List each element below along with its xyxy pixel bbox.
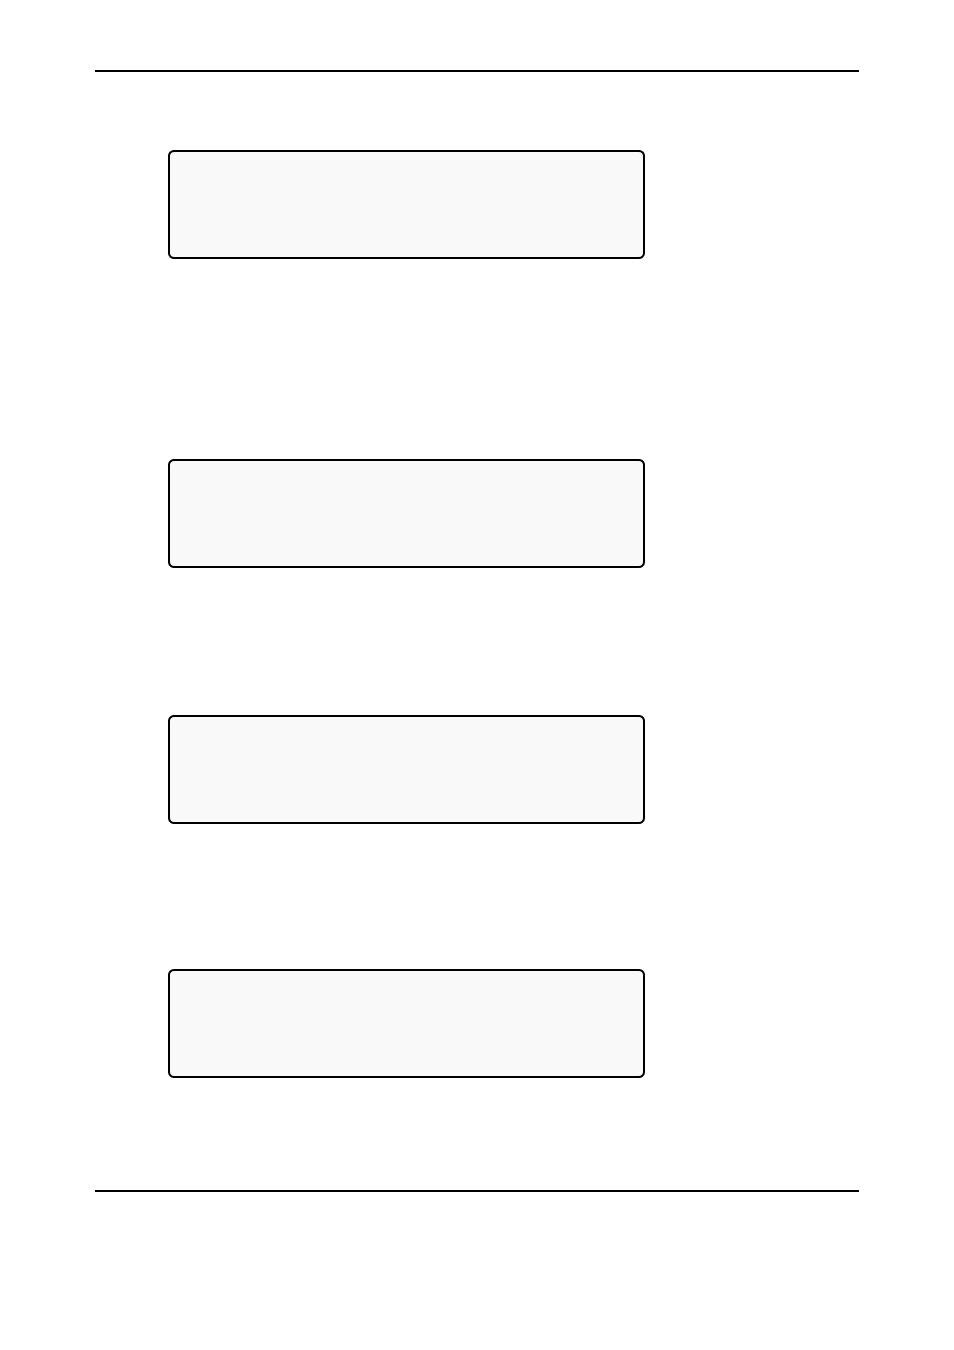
content-box-2 (168, 459, 645, 568)
page (0, 0, 954, 1350)
top-rule (95, 70, 859, 72)
content-box-3 (168, 715, 645, 824)
bottom-rule (95, 1190, 859, 1192)
content-box-1 (168, 150, 645, 259)
content-box-4 (168, 969, 645, 1078)
